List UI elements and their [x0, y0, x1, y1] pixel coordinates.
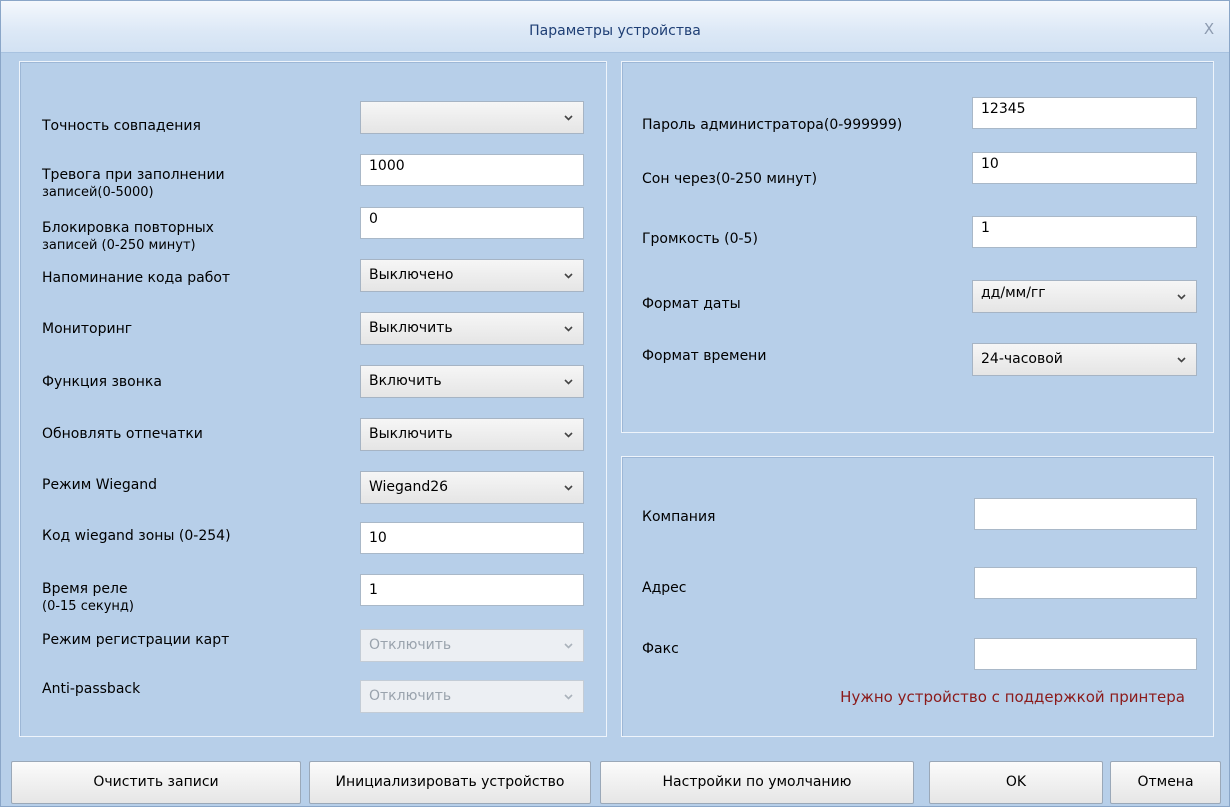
fax-input[interactable] [974, 638, 1197, 670]
match-accuracy-select[interactable] [360, 101, 584, 134]
card-registration-value: Отключить [369, 637, 452, 653]
work-code-reminder-select[interactable]: Выключено [360, 259, 584, 292]
cancel-button[interactable]: Отмена [1110, 761, 1221, 804]
sleep-after-label: Сон через(0-250 минут) [642, 171, 818, 187]
chevron-down-icon [1177, 292, 1186, 301]
window-title: Параметры устройства [529, 23, 701, 39]
wiegand-zone-label: Код wiegand зоны (0-254) [42, 528, 231, 544]
date-format-label: Формат даты [642, 296, 741, 312]
volume-input[interactable]: 1 [972, 216, 1197, 248]
chevron-down-icon [564, 271, 573, 280]
records-alarm-label-line2: записей(0-5000) [42, 185, 154, 200]
relay-time-input[interactable]: 1 [360, 574, 584, 606]
anti-passback-label: Anti-passback [42, 681, 141, 697]
admin-password-input[interactable]: 12345 [972, 97, 1197, 129]
work-code-reminder-value: Выключено [369, 267, 454, 283]
chevron-down-icon [564, 483, 573, 492]
monitoring-value: Выключить [369, 320, 453, 336]
chevron-down-icon [564, 377, 573, 386]
update-fingerprints-value: Выключить [369, 426, 453, 442]
relay-time-label: Время реле [42, 581, 128, 597]
bell-function-value: Включить [369, 373, 442, 389]
wiegand-mode-label: Режим Wiegand [42, 477, 158, 493]
relay-time-label-line2: (0-15 секунд) [42, 599, 134, 614]
fax-label: Факс [642, 641, 679, 657]
monitoring-label: Мониторинг [42, 321, 133, 337]
chevron-down-icon [564, 113, 573, 122]
bell-function-label: Функция звонка [42, 374, 162, 390]
address-label: Адрес [642, 580, 687, 596]
time-format-select[interactable]: 24-часовой [972, 343, 1197, 376]
volume-label: Громкость (0-5) [642, 231, 758, 247]
ok-button[interactable]: OK [929, 761, 1103, 804]
chevron-down-icon [564, 641, 573, 650]
bell-function-select[interactable]: Включить [360, 365, 584, 398]
monitoring-select[interactable]: Выключить [360, 312, 584, 345]
date-format-select[interactable]: дд/мм/гг [972, 280, 1197, 313]
default-settings-button[interactable]: Настройки по умолчанию [600, 761, 914, 804]
card-registration-select[interactable]: Отключить [360, 629, 584, 662]
time-format-value: 24-часовой [981, 351, 1063, 367]
company-label: Компания [642, 509, 716, 525]
card-registration-label: Режим регистрации карт [42, 632, 230, 648]
sleep-after-input[interactable]: 10 [972, 152, 1197, 184]
address-input[interactable] [974, 567, 1197, 599]
repeat-block-label: Блокировка повторных [42, 220, 214, 236]
printer-note: Нужно устройство с поддержкой принтера [840, 688, 1185, 706]
records-alarm-label: Тревога при заполнении [42, 167, 225, 183]
date-format-value: дд/мм/гг [981, 285, 1046, 301]
company-input[interactable] [974, 498, 1197, 530]
time-format-label: Формат времени [642, 348, 767, 364]
device-settings-dialog: Параметры устройства X Точность совпаден… [0, 0, 1230, 807]
anti-passback-select[interactable]: Отключить [360, 680, 584, 713]
chevron-down-icon [564, 692, 573, 701]
wiegand-mode-value: Wiegand26 [369, 479, 449, 495]
wiegand-zone-input[interactable]: 10 [360, 522, 584, 554]
clear-records-button[interactable]: Очистить записи [11, 761, 301, 804]
update-fingerprints-select[interactable]: Выключить [360, 418, 584, 451]
records-alarm-input[interactable]: 1000 [360, 154, 584, 186]
work-code-reminder-label: Напоминание кода работ [42, 270, 231, 286]
chevron-down-icon [1177, 355, 1186, 364]
title-bar: Параметры устройства X [1, 1, 1229, 53]
repeat-block-input[interactable]: 0 [360, 207, 584, 239]
close-button[interactable]: X [1201, 21, 1217, 37]
match-accuracy-label: Точность совпадения [42, 118, 201, 134]
chevron-down-icon [564, 324, 573, 333]
init-device-button[interactable]: Инициализировать устройство [309, 761, 591, 804]
anti-passback-value: Отключить [369, 688, 452, 704]
chevron-down-icon [564, 430, 573, 439]
admin-password-label: Пароль администратора(0-999999) [642, 117, 903, 133]
update-fingerprints-label: Обновлять отпечатки [42, 426, 203, 442]
wiegand-mode-select[interactable]: Wiegand26 [360, 471, 584, 504]
repeat-block-label-line2: записей (0-250 минут) [42, 238, 196, 253]
